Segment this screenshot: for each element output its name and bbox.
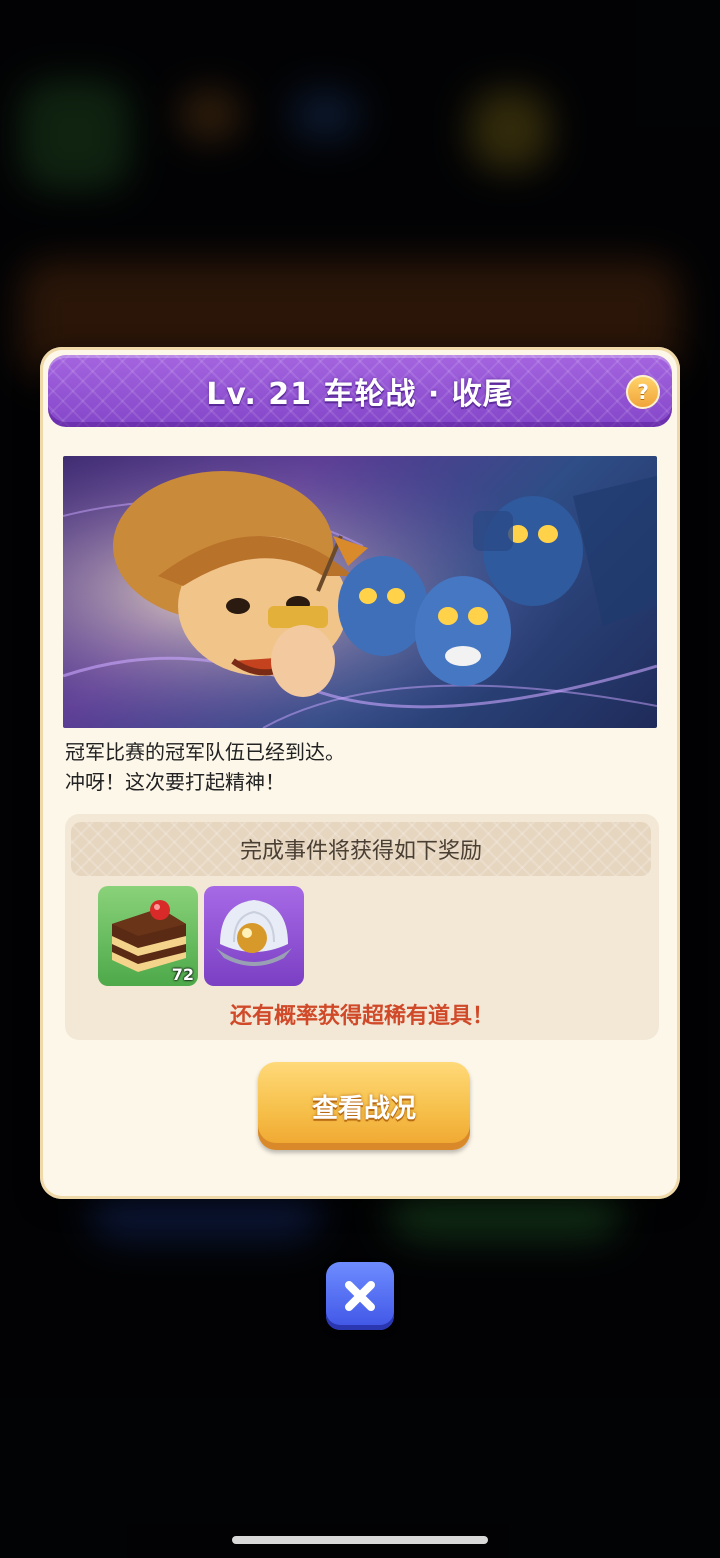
description-line-2: 冲呀！这次要打起精神！: [65, 770, 285, 794]
rare-item-note: 还有概率获得超稀有道具！: [229, 1004, 494, 1029]
event-dialog: Lv. 21 车轮战 · 收尾 ? 冠军比赛的冠军队伍已经到达。 冲呀！这次要打…: [40, 347, 680, 1199]
reward-item-count: 72: [171, 965, 194, 984]
reward-item-cake[interactable]: 72: [98, 886, 198, 986]
help-icon: ?: [637, 380, 649, 404]
event-banner-image: [63, 456, 657, 728]
reward-item-pearl[interactable]: [204, 886, 304, 986]
dialog-title-bar: Lv. 21 车轮战 · 收尾 ?: [48, 355, 672, 427]
close-icon: [345, 1281, 375, 1311]
pearl-shell-icon: [216, 900, 292, 966]
event-description: 冠军比赛的冠军队伍已经到达。 冲呀！这次要打起精神！: [65, 737, 345, 797]
dialog-title: Lv. 21 车轮战 · 收尾: [206, 377, 514, 412]
help-button[interactable]: ?: [626, 375, 660, 409]
home-indicator[interactable]: [232, 1536, 488, 1544]
reward-header: 完成事件将获得如下奖励: [71, 822, 651, 876]
view-battle-button[interactable]: 查看战况: [258, 1062, 470, 1150]
close-button[interactable]: [326, 1262, 394, 1330]
description-line-1: 冠军比赛的冠军队伍已经到达。: [65, 740, 345, 764]
banner-illustration: [63, 456, 657, 728]
reward-panel: 完成事件将获得如下奖励 72 还有概率获得超稀有道具！: [65, 814, 659, 1040]
